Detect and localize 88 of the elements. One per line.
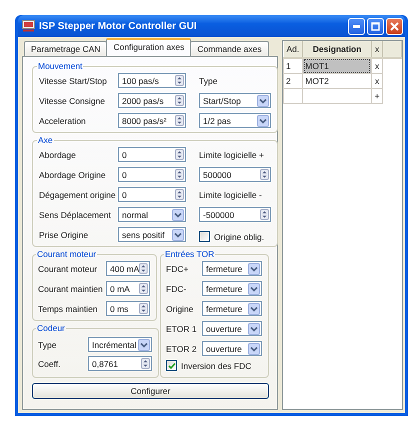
checkbox-label: Origine oblig.: [214, 232, 264, 242]
spin-field[interactable]: 500000: [199, 167, 271, 182]
minimize-icon[interactable]: [353, 24, 360, 28]
spin-field[interactable]: 100 pas/s: [118, 73, 186, 88]
dropdown[interactable]: sens positif: [118, 227, 186, 242]
minimize-button[interactable]: [348, 18, 365, 34]
field-label: Sens Déplacement: [39, 210, 112, 220]
dropdown[interactable]: fermeture: [202, 281, 262, 296]
field-label: Coeff.: [38, 358, 62, 368]
spin-arrows-icon[interactable]: [139, 283, 148, 294]
spin-arrows-icon[interactable]: [260, 169, 269, 180]
spin-arrows-icon[interactable]: [139, 303, 148, 314]
column-header[interactable]: Designation: [302, 41, 372, 58]
table-cell[interactable]: MOT2: [302, 74, 372, 88]
field-label: ETOR 1: [166, 324, 196, 334]
spin-arrows-icon[interactable]: [175, 149, 184, 160]
field-label: Type: [199, 76, 218, 86]
field-label: Courant maintien: [38, 284, 102, 294]
spin-field[interactable]: 0,8761: [88, 356, 152, 371]
table-cell: [284, 88, 303, 104]
field-label: Courant moteur: [38, 264, 98, 274]
spin-arrows-icon[interactable]: [175, 75, 184, 86]
dropdown[interactable]: Incrémental: [88, 337, 152, 352]
field-label: Abordage Origine: [39, 170, 107, 180]
field-label: Prise Origine: [39, 230, 90, 240]
close-icon[interactable]: [390, 22, 399, 30]
group-title: Courant moteur: [36, 249, 98, 259]
spin-field[interactable]: 0 mA: [106, 281, 150, 296]
spin-field[interactable]: 400 mA: [106, 261, 150, 276]
field-label: FDC-: [166, 284, 188, 294]
dropdown[interactable]: ouverture: [202, 321, 262, 336]
dropdown[interactable]: Start/Stop: [199, 93, 271, 108]
field-label: Abordage: [39, 150, 77, 160]
spin-field[interactable]: 8000 pas/s²: [118, 113, 186, 128]
field-label: Origine: [166, 304, 194, 314]
group-title: Mouvement: [37, 61, 84, 71]
checkbox[interactable]: [199, 231, 210, 242]
table-cell[interactable]: [302, 88, 372, 104]
field-label: Temps maintien: [38, 304, 99, 314]
maximize-icon[interactable]: [371, 22, 380, 30]
column-header[interactable]: x: [371, 41, 383, 58]
checkbox[interactable]: [166, 360, 177, 371]
field-label: ETOR 2: [166, 344, 196, 354]
app-icon: [22, 20, 35, 32]
table-cell[interactable]: MOT1: [302, 58, 372, 74]
field-label: FDC+: [166, 264, 190, 274]
row-action-button[interactable]: +: [371, 88, 383, 104]
spin-field[interactable]: 0: [118, 187, 186, 202]
dropdown[interactable]: ouverture: [202, 341, 262, 356]
group-title: Entrées TOR: [164, 249, 216, 259]
spin-field[interactable]: 0: [118, 147, 186, 162]
table-cell: 2: [284, 74, 303, 88]
field-label: Vitesse Start/Stop: [39, 76, 108, 86]
spin-arrows-icon[interactable]: [139, 263, 148, 274]
group-title: Axe: [37, 135, 54, 145]
field-label: Vitesse Consigne: [39, 96, 106, 106]
spin-arrows-icon[interactable]: [175, 169, 184, 180]
field-label: Type: [38, 340, 58, 350]
spin-arrows-icon[interactable]: [175, 95, 184, 106]
dropdown[interactable]: 1/2 pas: [199, 113, 271, 128]
spin-field[interactable]: 0 ms: [106, 301, 150, 316]
spin-arrows-icon[interactable]: [260, 209, 269, 220]
configure-button[interactable]: Configurer: [32, 383, 269, 399]
checkbox-label: Inversion des FDC: [181, 360, 252, 370]
spin-arrows-icon[interactable]: [141, 358, 150, 369]
spin-arrows-icon[interactable]: [175, 115, 184, 126]
spin-arrows-icon[interactable]: [175, 189, 184, 200]
close-button[interactable]: [386, 18, 403, 34]
column-header[interactable]: Ad.: [284, 41, 303, 58]
window-title: ISP Stepper Motor Controller GUI: [39, 20, 198, 32]
field-label: Acceleration: [39, 116, 87, 126]
spin-field[interactable]: -500000: [199, 207, 271, 222]
tab[interactable]: Commande axes: [190, 41, 269, 56]
field-label: Limite logicielle +: [199, 150, 264, 160]
spin-field[interactable]: 2000 pas/s: [118, 93, 186, 108]
field-label: Limite logicielle -: [199, 190, 262, 200]
maximize-button[interactable]: [367, 18, 384, 34]
dropdown[interactable]: normal: [118, 207, 186, 222]
tab[interactable]: Parametrage CAN: [24, 41, 108, 56]
row-action-button[interactable]: x: [371, 58, 383, 74]
column-header-filler: [382, 41, 402, 58]
row-action-button[interactable]: x: [371, 74, 383, 88]
dropdown[interactable]: fermeture: [202, 301, 262, 316]
tab[interactable]: Configuration axes: [106, 38, 192, 56]
field-label: Dégagement origine: [39, 190, 115, 200]
dropdown[interactable]: fermeture: [202, 261, 262, 276]
spin-field[interactable]: 0: [118, 167, 186, 182]
group-title: Codeur: [36, 323, 66, 333]
